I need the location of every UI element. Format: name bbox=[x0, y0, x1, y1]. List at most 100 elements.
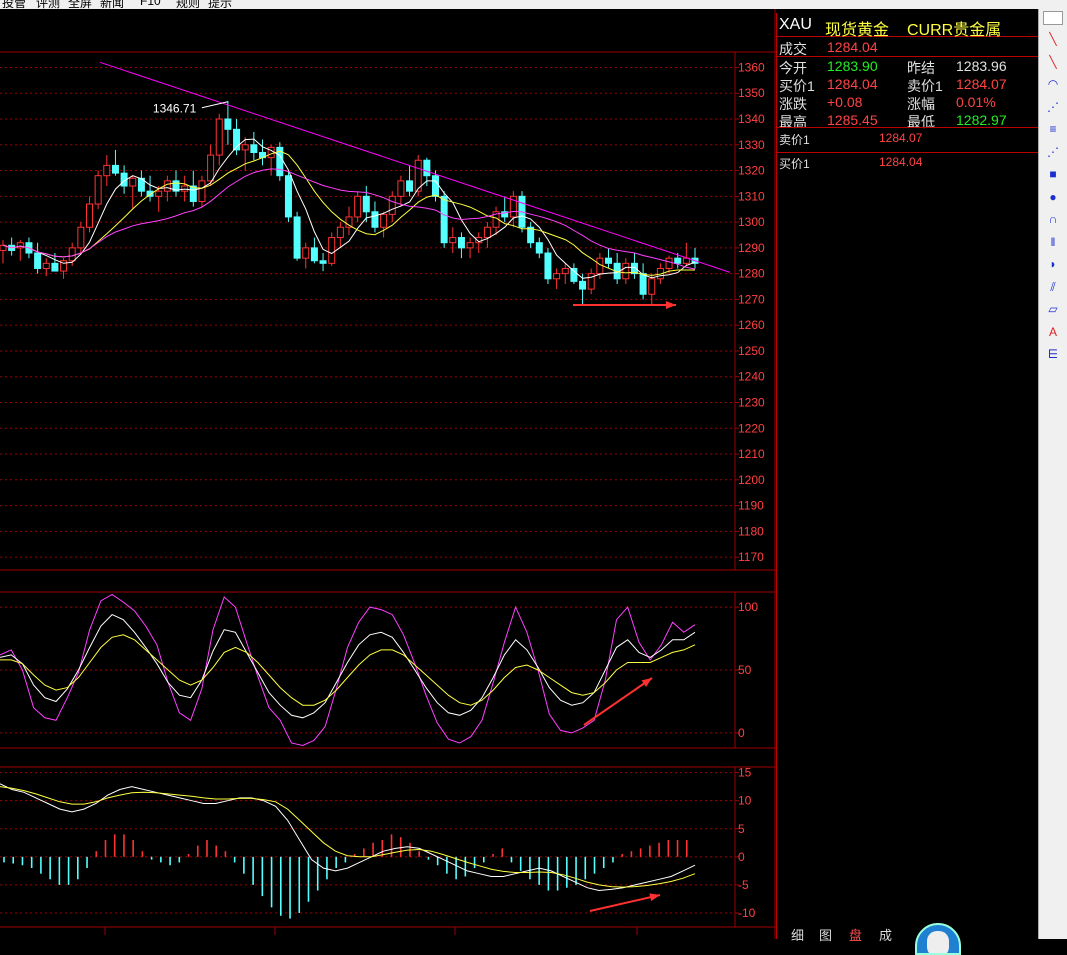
candle-body bbox=[224, 118, 232, 130]
ray-line-icon[interactable]: ╲ bbox=[1045, 54, 1061, 70]
rectangle-icon[interactable]: ■ bbox=[1045, 166, 1061, 182]
tab-detail[interactable]: 细 bbox=[791, 925, 804, 944]
tick-label: 50 bbox=[738, 663, 752, 677]
depth-ask-label: 卖价1 bbox=[779, 133, 810, 147]
candle-body bbox=[561, 267, 569, 275]
tick-label: 0 bbox=[738, 850, 745, 864]
fibonacci-icon[interactable]: ⋿ bbox=[1045, 346, 1061, 362]
candle-body bbox=[466, 242, 474, 249]
text-icon[interactable]: A bbox=[1045, 324, 1061, 340]
tick-label: 1210 bbox=[738, 447, 765, 461]
candle-body bbox=[553, 273, 561, 280]
toolbar-scroll-button[interactable] bbox=[1043, 11, 1063, 25]
segment-line-icon[interactable]: ╲ bbox=[1045, 31, 1061, 47]
candle-body bbox=[163, 180, 171, 192]
arrow-head bbox=[666, 301, 676, 309]
candle-body bbox=[34, 252, 42, 269]
candle-body bbox=[68, 247, 76, 262]
candle-body bbox=[380, 213, 388, 228]
kline-chart-area[interactable]: 1346.71 1360 1350 1340 1330 1320 1310 1300 1290… bbox=[0, 9, 776, 939]
tick-label: 1190 bbox=[738, 499, 764, 513]
tab-trades[interactable]: 成 bbox=[879, 925, 892, 944]
menu-item[interactable]: F10 bbox=[140, 0, 161, 8]
candle-body bbox=[42, 262, 50, 269]
fan-lines-icon[interactable]: ⋰ bbox=[1045, 99, 1061, 115]
price-panel[interactable]: 1346.71 bbox=[0, 61, 731, 309]
tick-label: 1260 bbox=[738, 318, 765, 332]
candle-body bbox=[215, 118, 223, 156]
bottom-tabs: 细 图 盘 成 bbox=[777, 923, 1038, 955]
candle-body bbox=[483, 226, 491, 239]
candle-body bbox=[310, 247, 318, 262]
candle-body bbox=[674, 257, 682, 264]
candle-body bbox=[267, 146, 275, 159]
cycle-arc-icon[interactable]: ∩ bbox=[1045, 211, 1061, 227]
ask1-value: 1284.07 bbox=[956, 76, 1007, 92]
tick-label: 1320 bbox=[738, 164, 765, 178]
depth-bid-label: 买价1 bbox=[779, 157, 810, 171]
arrow-head bbox=[641, 678, 652, 687]
prev-close-value: 1283.96 bbox=[956, 58, 1007, 74]
menu-bar: 投管 评测 全屏 新闻 F10 规则 提示 bbox=[0, 0, 1067, 9]
tab-chart[interactable]: 图 bbox=[819, 925, 832, 944]
candle-body bbox=[51, 262, 59, 272]
candle-body bbox=[432, 175, 439, 197]
arrow-shaft bbox=[583, 677, 653, 726]
menu-item[interactable]: 新闻 bbox=[100, 0, 124, 9]
depth-ask-row: 卖价1 1284.07 bbox=[777, 130, 1038, 148]
candle-body bbox=[423, 159, 431, 177]
tick-label: 1180 bbox=[738, 524, 764, 538]
candle-body bbox=[544, 252, 552, 280]
chart-grid bbox=[0, 9, 776, 939]
quote-row-bid-ask: 买价1 1284.04 卖价1 1284.07 bbox=[777, 75, 1038, 94]
candle-body bbox=[181, 185, 189, 192]
candle-body bbox=[440, 195, 448, 244]
tick-label: 1230 bbox=[738, 395, 765, 409]
tick-label: 1350 bbox=[738, 86, 765, 100]
tick-label: 1290 bbox=[738, 241, 765, 255]
bid1-value: 1284.04 bbox=[827, 76, 878, 92]
quote-header: XAU 现货黄金 CURR贵金属 bbox=[777, 13, 1038, 39]
menu-item[interactable]: 规则 bbox=[176, 0, 200, 9]
candle-body bbox=[639, 273, 647, 295]
menu-item[interactable]: 投管 bbox=[2, 0, 26, 9]
eraser-icon[interactable]: ▱ bbox=[1045, 301, 1061, 317]
macd-panel[interactable] bbox=[0, 783, 696, 919]
candle-body bbox=[198, 180, 206, 202]
tick-label: -5 bbox=[738, 878, 749, 892]
ellipse-icon[interactable]: ● bbox=[1045, 189, 1061, 205]
tab-order-book[interactable]: 盘 bbox=[849, 925, 862, 944]
avatar-face-icon bbox=[927, 931, 949, 953]
parallel-lines-icon[interactable]: ≡ bbox=[1045, 121, 1061, 137]
arrow-shaft bbox=[589, 894, 661, 912]
deal-value: 1284.04 bbox=[827, 39, 878, 55]
depth-bid-row: 买价1 1284.04 bbox=[777, 154, 1038, 172]
candle-body bbox=[129, 177, 137, 187]
market-name: CURR贵金属 bbox=[907, 22, 1002, 39]
menu-item[interactable]: 提示 bbox=[208, 0, 232, 9]
arc-icon[interactable]: ◠ bbox=[1045, 76, 1061, 92]
drawing-toolbar: ╲ ╲ ◠ ⋰ ≡ ⋰ ■ ● ∩ ‖ ◗ ⫽ ▱ A ⋿ bbox=[1038, 9, 1067, 939]
candle-body bbox=[284, 175, 292, 218]
candle-body bbox=[250, 144, 258, 154]
candle-body bbox=[336, 226, 344, 239]
change-value: +0.08 bbox=[827, 94, 863, 110]
channel-icon[interactable]: ⫽ bbox=[1045, 279, 1061, 295]
gann-fan-icon[interactable]: ⋰ bbox=[1045, 144, 1061, 160]
candle-body bbox=[328, 237, 336, 264]
avatar[interactable] bbox=[915, 923, 961, 955]
panel-frame bbox=[0, 51, 776, 571]
tick-label: 1360 bbox=[738, 60, 765, 74]
menu-item[interactable]: 全屏 bbox=[68, 0, 92, 9]
tick-label: 1250 bbox=[738, 344, 765, 358]
vertical-lines-icon[interactable]: ‖ bbox=[1045, 234, 1061, 250]
symbol-code: XAU bbox=[779, 16, 812, 33]
macd-line bbox=[0, 786, 696, 888]
low-value: 1282.97 bbox=[956, 112, 1007, 128]
kdj-line bbox=[0, 613, 696, 719]
candle-body bbox=[241, 144, 249, 151]
tick-label: 1340 bbox=[738, 112, 765, 126]
open-value: 1283.90 bbox=[827, 58, 878, 74]
spiral-icon[interactable]: ◗ bbox=[1045, 256, 1061, 272]
menu-item[interactable]: 评测 bbox=[36, 0, 60, 9]
